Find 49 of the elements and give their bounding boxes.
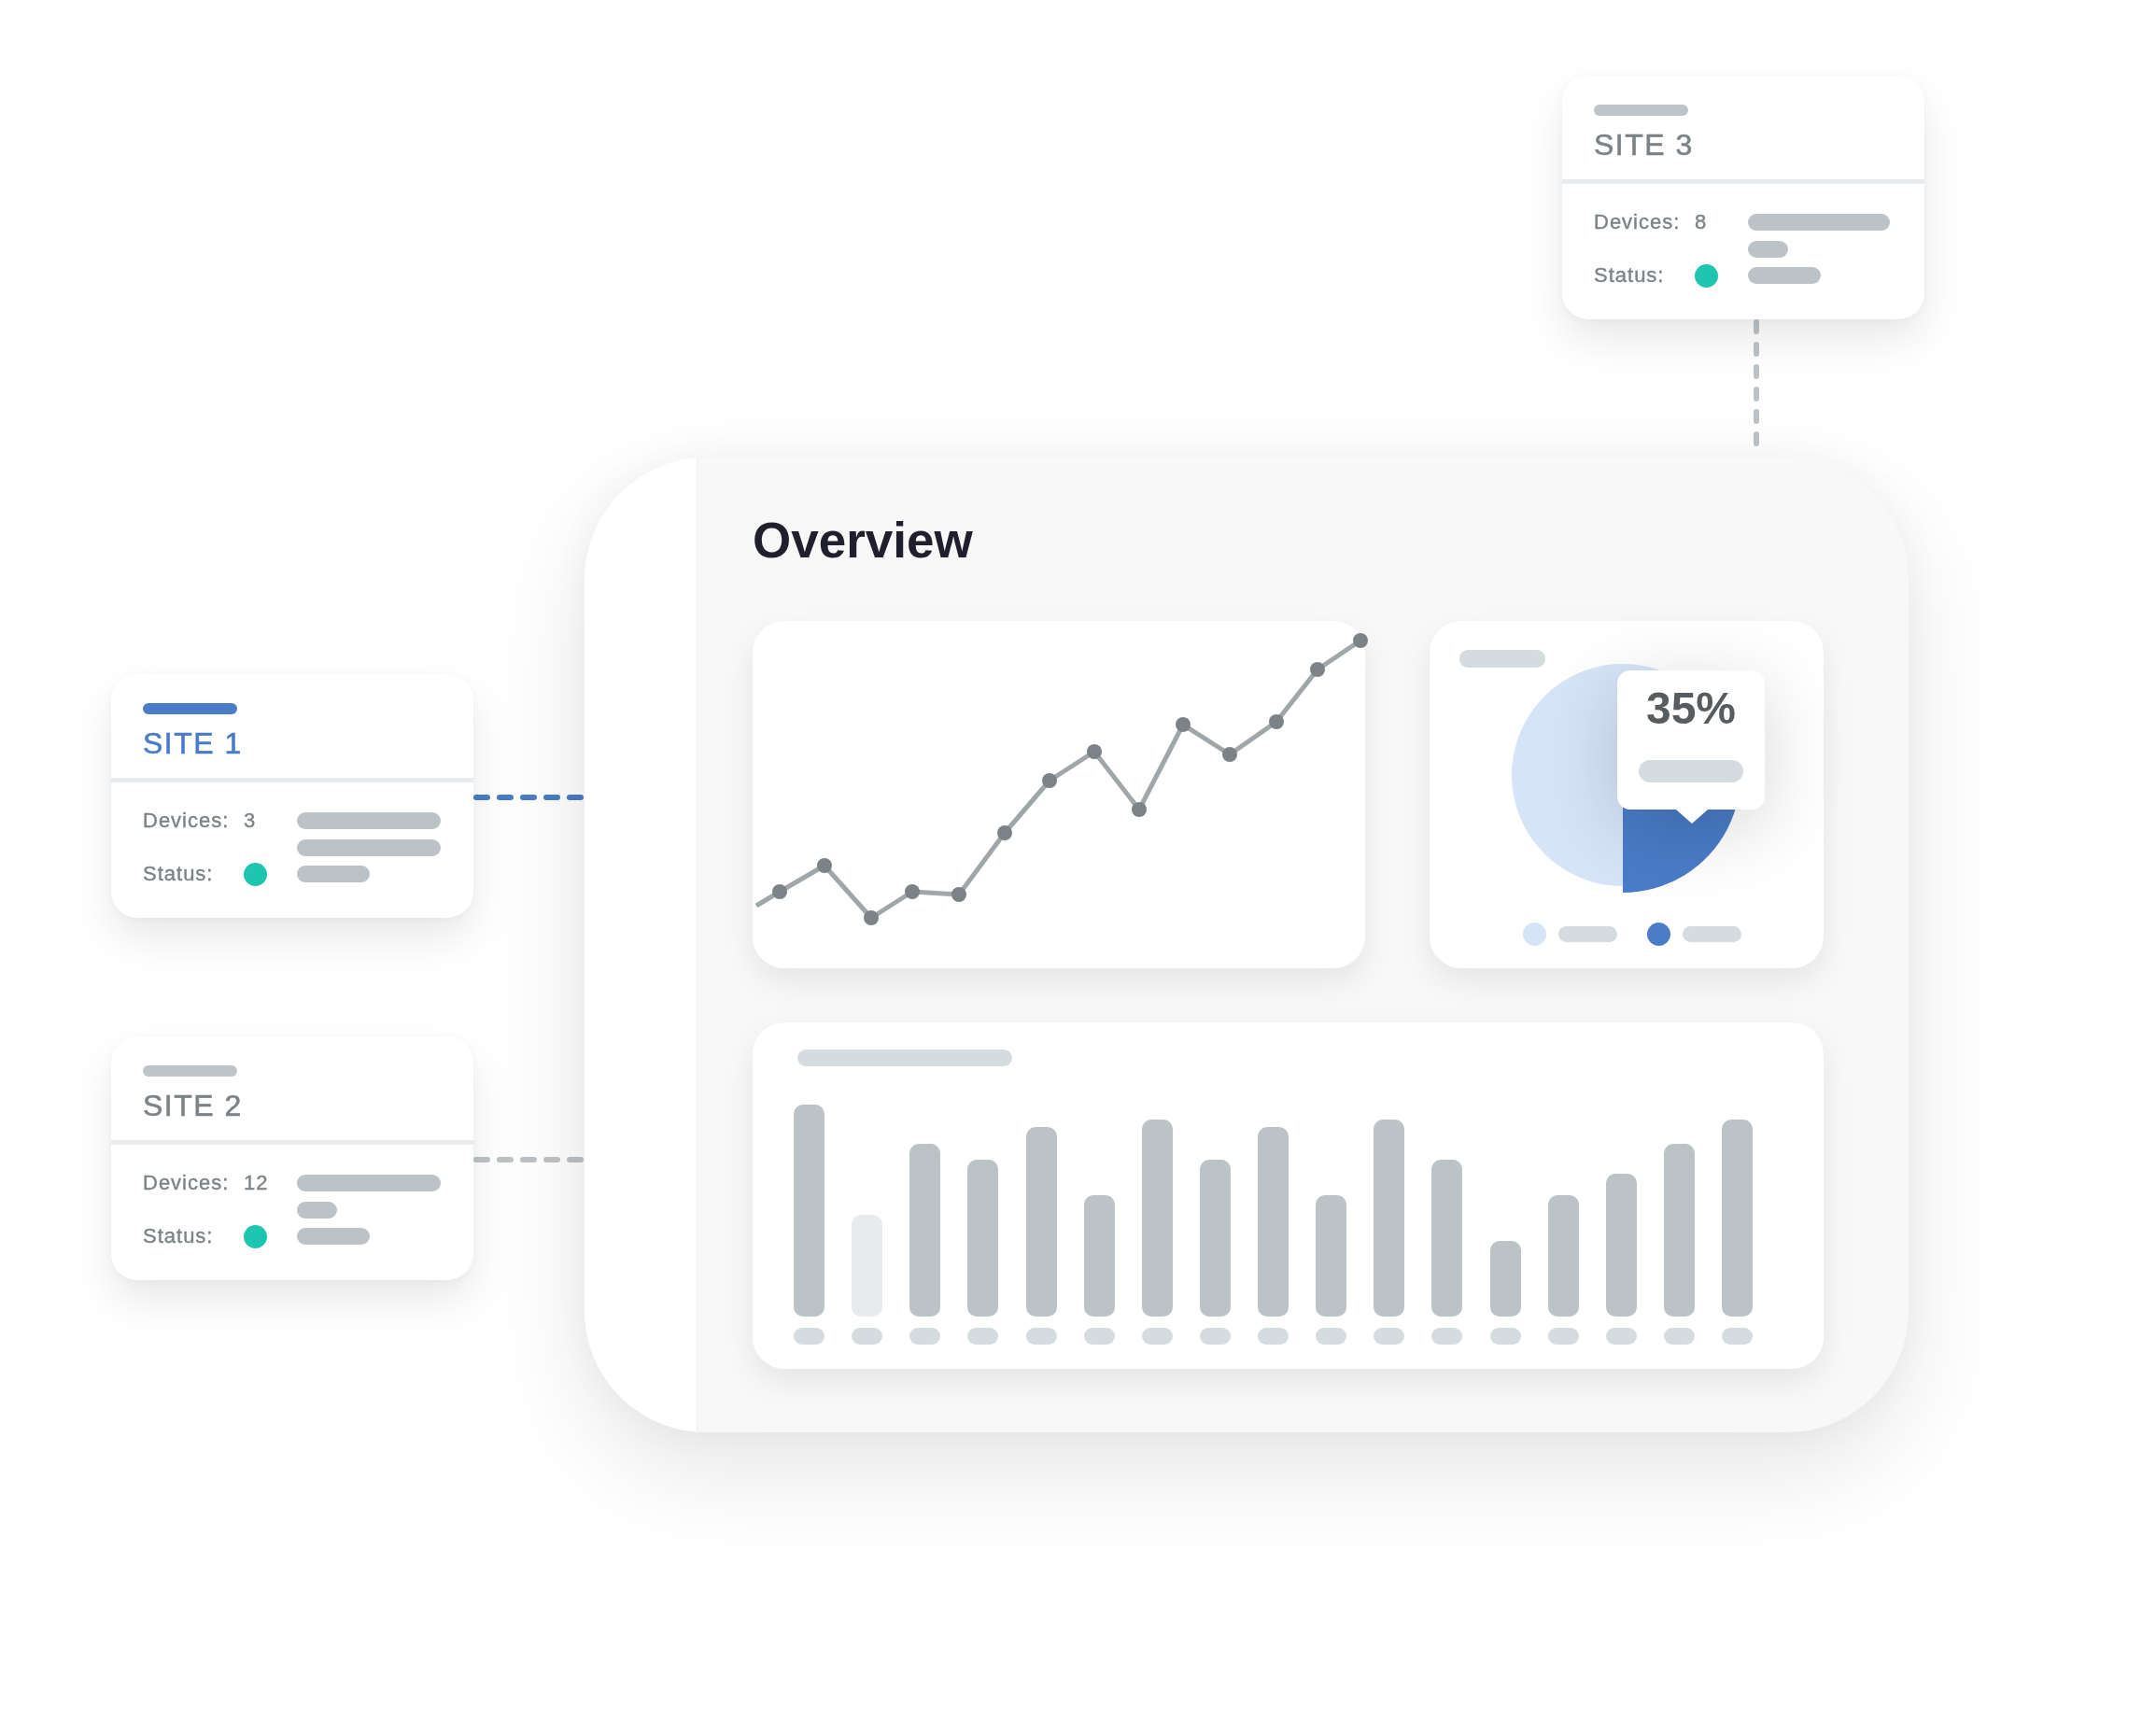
data-point — [864, 910, 879, 925]
devices-count: 8 — [1695, 212, 1709, 232]
placeholder-line — [1258, 1328, 1289, 1345]
status-label: Status: — [143, 1226, 215, 1247]
placeholder-line — [1557, 926, 1617, 942]
placeholder-line — [1431, 1328, 1463, 1345]
placeholder-line — [297, 1201, 337, 1219]
placeholder-line — [852, 1328, 883, 1345]
data-point — [1353, 633, 1368, 648]
placeholder-line — [1083, 1328, 1115, 1345]
data-point — [1222, 747, 1237, 762]
data-point — [1310, 662, 1325, 677]
page-title: Overview — [753, 515, 974, 565]
data-point — [1269, 714, 1284, 729]
percent-label: 35% — [1645, 686, 1737, 731]
placeholder-line — [1489, 1328, 1521, 1345]
data-point — [997, 825, 1012, 840]
placeholder-line — [1682, 926, 1741, 942]
data-point — [772, 884, 787, 899]
data-point — [817, 858, 832, 873]
devices-count: 3 — [244, 810, 258, 831]
placeholder-line — [1748, 240, 1788, 258]
site-title: SITE 1 — [143, 728, 244, 758]
placeholder-line — [1141, 1328, 1173, 1345]
data-point — [951, 887, 966, 902]
placeholder-line — [967, 1328, 999, 1345]
site-title: SITE 3 — [1594, 130, 1695, 160]
status-label: Status: — [143, 864, 215, 884]
data-point — [1042, 773, 1057, 788]
site-title: SITE 2 — [143, 1091, 244, 1120]
placeholder-line — [1722, 1328, 1753, 1345]
status-label: Status: — [1594, 265, 1666, 286]
placeholder-line — [1199, 1328, 1231, 1345]
devices-label: Devices: — [143, 810, 231, 831]
placeholder-line — [909, 1328, 941, 1345]
data-point — [1176, 717, 1191, 732]
placeholder-line — [1374, 1328, 1405, 1345]
placeholder-line — [1605, 1328, 1637, 1345]
devices-label: Devices: — [143, 1173, 231, 1193]
data-point — [1132, 802, 1147, 817]
data-point — [905, 884, 920, 899]
placeholder-line — [1663, 1328, 1695, 1345]
placeholder-line — [1316, 1328, 1347, 1345]
data-point — [1087, 744, 1102, 759]
placeholder-line — [794, 1328, 824, 1345]
devices-label: Devices: — [1594, 212, 1682, 232]
placeholder-line — [1025, 1328, 1057, 1345]
placeholder-line — [1547, 1328, 1579, 1345]
devices-count: 12 — [244, 1173, 270, 1193]
